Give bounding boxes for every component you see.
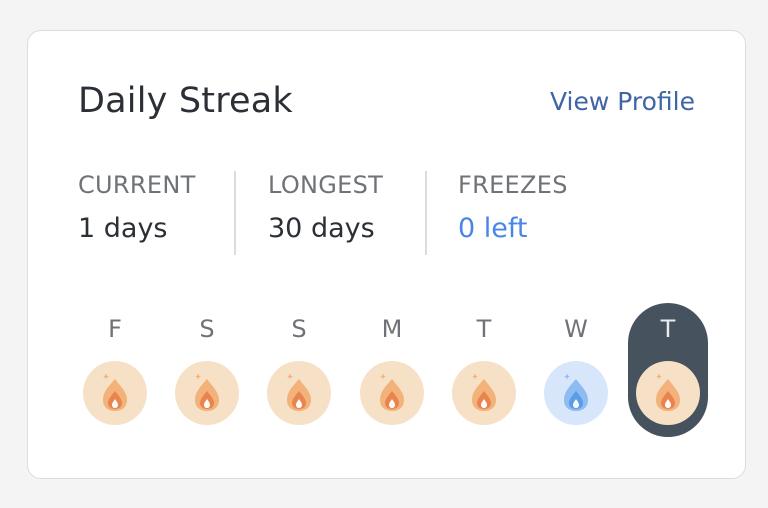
freeze-badge — [544, 361, 608, 425]
flame-badge — [83, 361, 147, 425]
flame-badge — [360, 361, 424, 425]
day-item[interactable]: M — [360, 303, 424, 425]
flame-icon — [287, 373, 311, 411]
flame-badge — [452, 361, 516, 425]
stat-longest-label: LONGEST — [268, 171, 384, 199]
day-item[interactable]: T — [452, 303, 516, 425]
flame-icon — [380, 373, 404, 411]
daily-streak-card: Daily Streak View Profile CURRENT 1 days… — [27, 30, 746, 479]
stat-longest: LONGEST 30 days — [268, 171, 383, 255]
flame-badge — [267, 361, 331, 425]
stat-current-label: CURRENT — [78, 171, 196, 199]
day-letter: S — [291, 315, 307, 343]
flame-badge — [175, 361, 239, 425]
flame-icon — [656, 373, 680, 411]
stat-divider — [234, 171, 236, 255]
day-item[interactable]: W — [544, 303, 608, 425]
day-item[interactable]: T — [636, 303, 700, 425]
stat-freezes-value[interactable]: 0 left — [458, 213, 568, 244]
flame-badge — [636, 361, 700, 425]
day-letter: M — [381, 315, 403, 343]
stat-divider — [425, 171, 427, 255]
day-letter: T — [660, 315, 676, 343]
flame-icon — [472, 373, 496, 411]
stat-current: CURRENT 1 days — [78, 171, 196, 255]
day-letter: F — [108, 315, 122, 343]
view-profile-link[interactable]: View Profile — [550, 87, 695, 116]
day-letter: S — [199, 315, 215, 343]
day-letter: W — [564, 315, 588, 343]
stat-current-value: 1 days — [78, 213, 168, 244]
card-title: Daily Streak — [78, 81, 293, 121]
flame-icon — [103, 373, 127, 411]
day-item[interactable]: F — [83, 303, 147, 425]
stat-freezes-label: FREEZES — [458, 171, 568, 199]
stat-freezes: FREEZES 0 left — [458, 171, 568, 255]
day-item[interactable]: S — [175, 303, 239, 425]
flame-icon — [195, 373, 219, 411]
stat-longest-value: 30 days — [268, 213, 375, 244]
frozen-flame-icon — [564, 373, 588, 411]
day-item[interactable]: S — [267, 303, 331, 425]
day-letter: T — [476, 315, 492, 343]
